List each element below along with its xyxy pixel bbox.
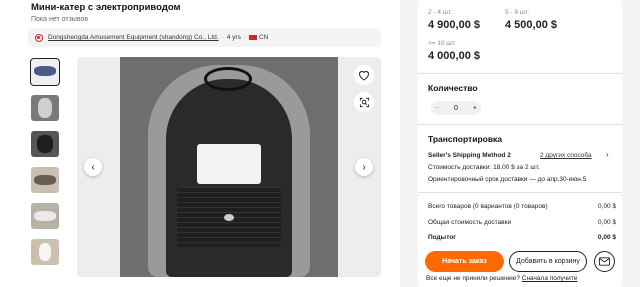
shipping-cost: Стоимость доставки: 18,00 $ за 2 шт. xyxy=(428,164,540,171)
tier-quantity: >= 10 шт. xyxy=(428,40,456,47)
shipping-method: Seller's Shipping Method 2 xyxy=(428,152,511,159)
other-shipping-methods-link[interactable]: 2 других способа xyxy=(540,152,592,159)
boat-thumb-icon xyxy=(34,211,56,221)
decrement-button[interactable]: − xyxy=(435,105,439,112)
quantity-title: Количество xyxy=(428,83,478,93)
supplier-years: 4 yrs xyxy=(226,34,241,41)
thumbnail-1[interactable] xyxy=(30,58,60,86)
tier-price: 4 900,00 $ xyxy=(428,19,480,31)
scan-search-icon xyxy=(359,97,369,107)
summary-subtotal: Подытог 0,00 $ xyxy=(428,234,616,241)
get-sample-link[interactable]: Сначала получите xyxy=(522,275,578,282)
shipping-title: Транспортировка xyxy=(428,134,503,144)
divider xyxy=(418,192,622,193)
message-button[interactable] xyxy=(594,251,615,272)
thumbnail-list xyxy=(30,58,60,275)
supplier-country: CN xyxy=(259,34,269,41)
price-tier-1: 2 - 4 шт. 4 900,00 $ xyxy=(428,9,480,31)
boat-thumb-icon xyxy=(39,243,51,261)
purchase-panel: 2 - 4 шт. 4 900,00 $ 5 - 9 шт. 4 500,00 … xyxy=(418,0,622,287)
product-panel: Мини-катер с электроприводом Пока нет от… xyxy=(0,0,400,287)
summary-label: Общая стоимость доставки xyxy=(428,219,512,226)
supplier-bar[interactable]: Dongshengda Amusement Equipment (shandon… xyxy=(28,28,381,47)
prev-image-button[interactable]: ‹ xyxy=(84,158,102,176)
tier-price: 4 500,00 $ xyxy=(505,19,557,31)
price-tier-3: >= 10 шт. 4 000,00 $ xyxy=(428,40,480,62)
chevron-right-icon: › xyxy=(362,161,366,173)
shipping-eta: Ориентировочный срок доставки — до апр.3… xyxy=(428,176,587,183)
separator: · xyxy=(221,34,224,41)
thumbnail-3[interactable] xyxy=(31,131,59,157)
chevron-right-icon[interactable]: › xyxy=(606,150,609,159)
thumbnail-6[interactable] xyxy=(31,239,59,265)
increment-button[interactable]: + xyxy=(473,105,477,112)
quantity-value[interactable]: 0 xyxy=(454,105,458,112)
tier-quantity: 5 - 9 шт. xyxy=(505,9,530,16)
heart-icon xyxy=(358,70,370,81)
image-search-button[interactable] xyxy=(354,92,374,112)
favorite-button[interactable] xyxy=(354,65,374,85)
page: Мини-катер с электроприводом Пока нет от… xyxy=(0,0,640,287)
reviews-status[interactable]: Пока нет отзывов xyxy=(31,16,88,23)
add-to-cart-button[interactable]: Добавить в корзину xyxy=(509,251,587,272)
summary-total-items: Всего товаров (0 вариантов (0 товаров) 0… xyxy=(428,203,616,210)
boat-thumb-icon xyxy=(37,135,53,153)
boat-thumb-icon xyxy=(34,175,56,185)
boat-emblem xyxy=(224,214,234,221)
summary-value: 0,00 $ xyxy=(597,219,616,226)
chevron-left-icon: ‹ xyxy=(91,161,95,173)
thumbnail-5[interactable] xyxy=(31,203,59,229)
summary-value: 0,00 $ xyxy=(597,203,616,210)
thumbnail-2[interactable] xyxy=(31,95,59,121)
undecided-text: Все еще не приняли решение? xyxy=(426,275,520,282)
tier-quantity: 2 - 4 шт. xyxy=(428,9,453,16)
next-image-button[interactable]: › xyxy=(355,158,373,176)
summary-value: 0,00 $ xyxy=(597,234,616,241)
price-tier-2: 5 - 9 шт. 4 500,00 $ xyxy=(505,9,557,31)
boat-seat xyxy=(197,144,261,184)
thumbnail-4[interactable] xyxy=(31,167,59,193)
quantity-stepper[interactable]: − 0 + xyxy=(431,101,481,115)
product-photo xyxy=(120,57,338,277)
boat-thumb-icon xyxy=(34,66,56,76)
summary-shipping-total: Общая стоимость доставки 0,00 $ xyxy=(428,219,616,226)
main-image-gallery[interactable]: ‹ › xyxy=(77,57,381,277)
boat-thumb-icon xyxy=(38,98,52,118)
separator: · xyxy=(243,34,246,41)
tier-price: 4 000,00 $ xyxy=(428,50,480,62)
steering-wheel xyxy=(204,67,252,91)
mail-icon xyxy=(599,257,610,266)
divider xyxy=(418,73,622,74)
start-order-button[interactable]: Начать заказ xyxy=(425,251,504,272)
undecided-note: Все еще не приняли решение? Сначала полу… xyxy=(426,275,577,282)
flag-icon xyxy=(249,35,257,40)
summary-label: Подытог xyxy=(428,234,457,241)
summary-label: Всего товаров (0 вариантов (0 товаров) xyxy=(428,203,548,210)
supplier-logo-icon xyxy=(35,33,43,42)
divider xyxy=(418,124,622,125)
supplier-name-link[interactable]: Dongshengda Amusement Equipment (shandon… xyxy=(48,34,219,41)
product-title: Мини-катер с электроприводом xyxy=(31,2,181,13)
